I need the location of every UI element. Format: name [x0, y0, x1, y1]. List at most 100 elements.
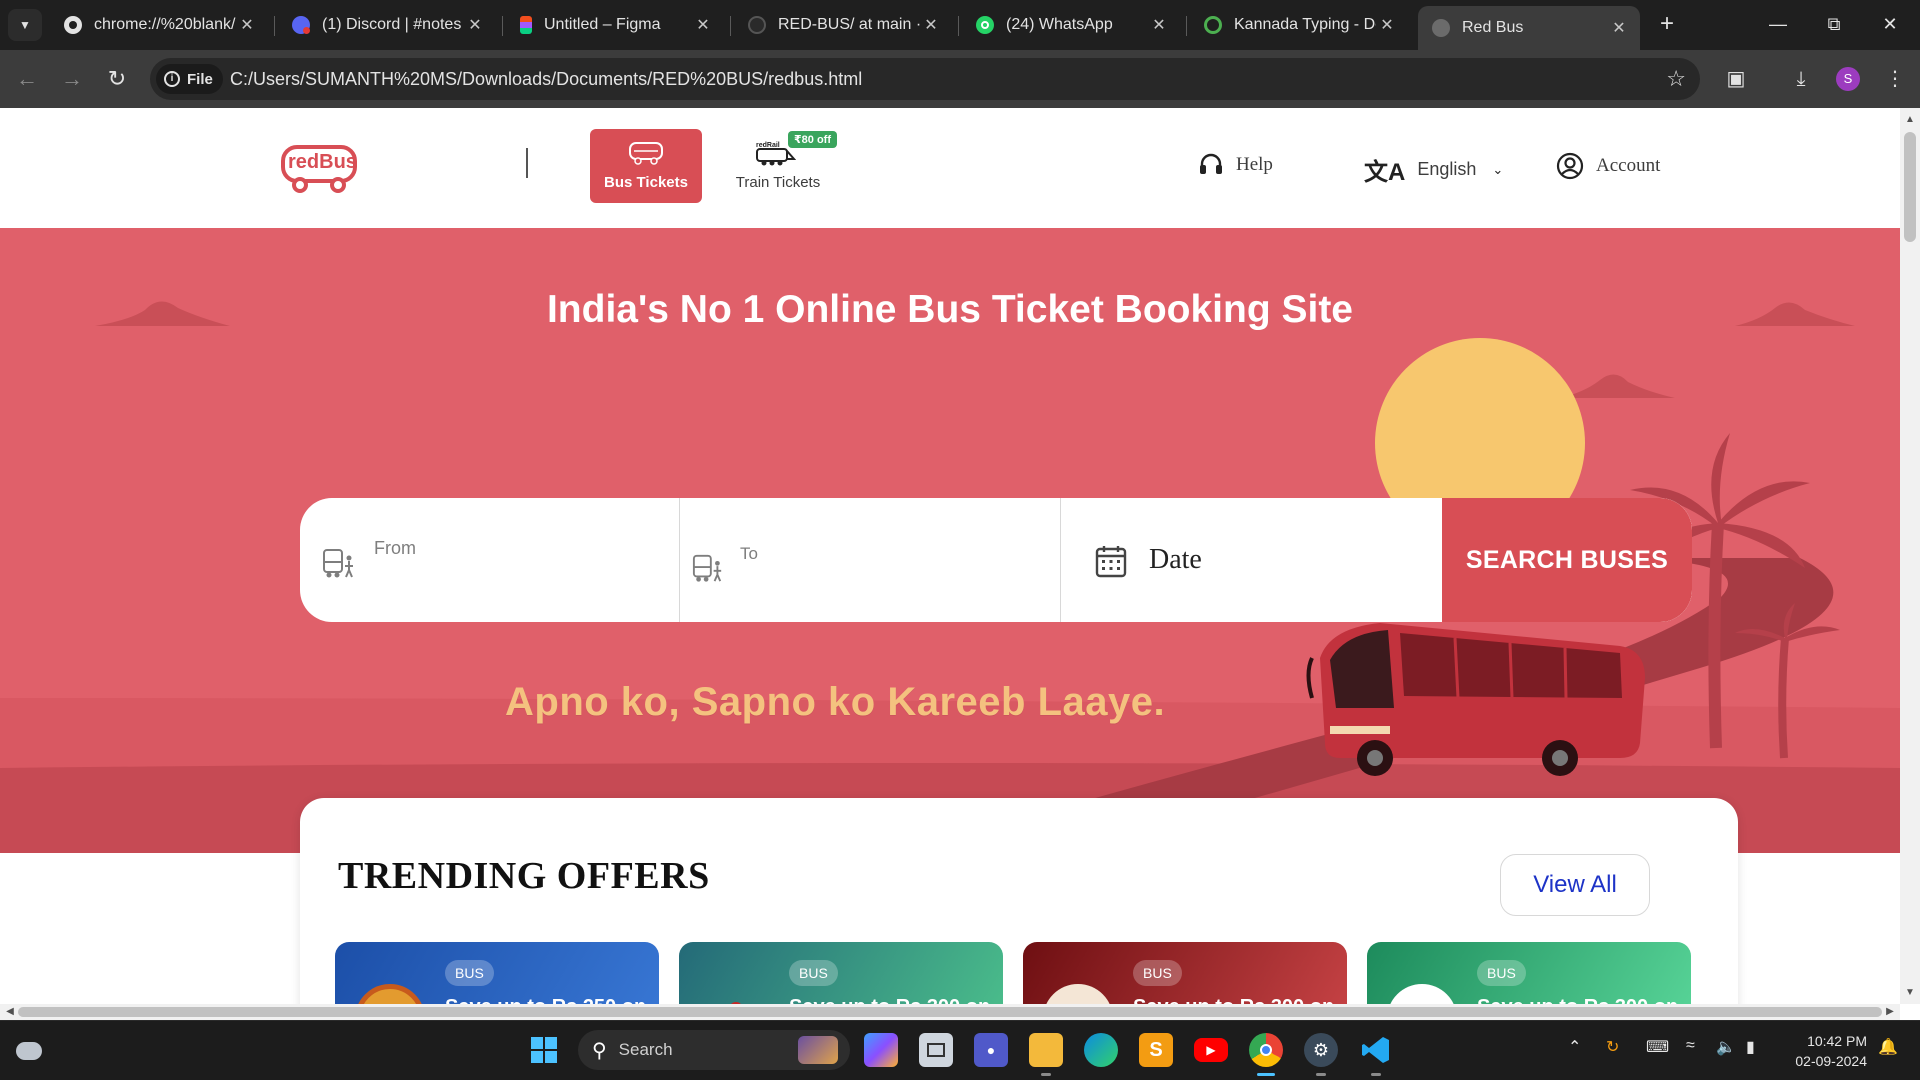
- new-tab-button[interactable]: +: [1652, 10, 1682, 40]
- tab-title: Red Bus: [1462, 19, 1524, 36]
- tab-title: Kannada Typing - De: [1234, 16, 1376, 33]
- offer-category-chip: BUS: [445, 960, 494, 986]
- chrome-icon[interactable]: [1249, 1033, 1283, 1076]
- forward-button[interactable]: →: [57, 64, 87, 94]
- close-tab-icon[interactable]: ✕: [1148, 15, 1170, 35]
- search-buses-button[interactable]: SEARCH BUSES: [1442, 498, 1692, 622]
- settings-gear-icon[interactable]: ⚙: [1304, 1033, 1338, 1076]
- date-field[interactable]: Date: [1061, 498, 1442, 622]
- close-tab-icon[interactable]: ✕: [692, 15, 714, 35]
- tab-title: chrome://%20blank/: [94, 16, 236, 33]
- back-button[interactable]: ←: [12, 64, 42, 94]
- offer-category-chip: BUS: [1133, 960, 1182, 986]
- offer-card[interactable]: BUS Save up to Rs 250 on: [335, 942, 659, 1004]
- clock-date: 02-09-2024: [1795, 1053, 1867, 1069]
- youtube-icon[interactable]: ▶: [1194, 1038, 1228, 1062]
- hero-title: India's No 1 Online Bus Ticket Booking S…: [546, 288, 1354, 331]
- battery-icon[interactable]: ▮: [1746, 1037, 1755, 1057]
- extensions-icon[interactable]: ▣: [1721, 64, 1751, 94]
- volume-icon[interactable]: 🔈: [1716, 1037, 1736, 1057]
- close-window-button[interactable]: ✕: [1870, 8, 1910, 40]
- close-tab-icon[interactable]: ✕: [1608, 18, 1630, 38]
- horizontal-scrollbar[interactable]: ◀ ▶: [0, 1004, 1900, 1020]
- chevron-up-icon[interactable]: ⌃: [1568, 1037, 1581, 1057]
- tab-title: (24) WhatsApp: [1006, 16, 1113, 33]
- scroll-right-icon[interactable]: ▶: [1882, 1004, 1898, 1020]
- weather-widget-icon[interactable]: [12, 1034, 46, 1068]
- offer-illustration: [699, 984, 769, 1004]
- globe-icon: [1432, 19, 1450, 37]
- browser-tab[interactable]: RED-BUS/ at main · S ✕: [734, 6, 952, 44]
- profile-avatar[interactable]: S: [1836, 67, 1860, 91]
- redbus-logo[interactable]: redBus: [280, 143, 360, 200]
- close-tab-icon[interactable]: ✕: [464, 15, 486, 35]
- bus-tickets-label: Bus Tickets: [604, 174, 688, 191]
- header-divider: [526, 148, 528, 178]
- sublime-text-icon[interactable]: S: [1139, 1033, 1173, 1067]
- download-icon[interactable]: ⤓: [1786, 64, 1816, 94]
- offer-card[interactable]: BUS Save up to Rs 300 on: [1023, 942, 1347, 1004]
- sync-icon[interactable]: ↻: [1606, 1037, 1619, 1057]
- vertical-scrollbar[interactable]: ▲ ▼: [1900, 108, 1920, 1004]
- close-tab-icon[interactable]: ✕: [920, 15, 942, 35]
- github-icon: [748, 16, 766, 34]
- file-explorer-icon[interactable]: [1029, 1033, 1063, 1076]
- trending-offers-section: TRENDING OFFERS View All BUS Save up to …: [300, 798, 1738, 1004]
- date-label: Date: [1149, 544, 1202, 575]
- url-text[interactable]: C:/Users/SUMANTH%20MS/Downloads/Document…: [230, 58, 862, 100]
- teams-icon[interactable]: ●: [974, 1033, 1008, 1067]
- offer-card[interactable]: BUS Save up to Rs 300 on: [679, 942, 1003, 1004]
- minimize-button[interactable]: —: [1758, 8, 1798, 40]
- train-tickets-tab[interactable]: redRail ₹80 off Train Tickets: [718, 131, 838, 201]
- scrollbar-thumb[interactable]: [1904, 132, 1916, 242]
- wifi-icon[interactable]: ≈: [1686, 1037, 1695, 1055]
- keyboard-icon[interactable]: ⌨: [1646, 1037, 1669, 1057]
- browser-tab[interactable]: (24) WhatsApp ✕: [962, 6, 1180, 44]
- windows-taskbar: ⚲ Search ● S ▶ ⚙ ⌃ ↻ ⌨ ≈ 🔈 ▮ 10:42 PM 02…: [0, 1020, 1920, 1080]
- restore-button[interactable]: ⧉: [1814, 8, 1854, 40]
- bus-tickets-tab[interactable]: Bus Tickets: [590, 129, 702, 203]
- scroll-up-icon[interactable]: ▲: [1900, 114, 1920, 125]
- hero-banner: India's No 1 Online Bus Ticket Booking S…: [0, 228, 1900, 853]
- view-all-button[interactable]: View All: [1500, 854, 1650, 916]
- browser-tab[interactable]: chrome://%20blank/ ✕: [50, 6, 268, 44]
- browser-tab[interactable]: (1) Discord | #notes | ✕: [278, 6, 496, 44]
- reload-button[interactable]: ↻: [102, 64, 132, 94]
- windows-start-icon[interactable]: [527, 1033, 561, 1067]
- tab-search-button[interactable]: ▼: [8, 9, 42, 41]
- user-circle-icon: [1556, 152, 1584, 180]
- system-clock[interactable]: 10:42 PM 02-09-2024: [1775, 1031, 1867, 1071]
- task-view-icon[interactable]: [919, 1033, 953, 1067]
- browser-tab-active[interactable]: Red Bus ✕: [1418, 6, 1640, 50]
- to-field[interactable]: To: [680, 498, 1061, 622]
- bookmark-star-icon[interactable]: ☆: [1666, 58, 1686, 100]
- notification-bell-icon[interactable]: 🔔: [1878, 1037, 1898, 1057]
- browser-tab[interactable]: Untitled – Figma ✕: [506, 6, 724, 44]
- edge-icon[interactable]: [1084, 1033, 1118, 1067]
- offer-text: Save up to Rs 300 on: [1133, 996, 1334, 1004]
- more-menu-icon[interactable]: ⋮: [1880, 64, 1910, 94]
- close-tab-icon[interactable]: ✕: [236, 15, 258, 35]
- address-bar[interactable]: i File C:/Users/SUMANTH%20MS/Downloads/D…: [150, 58, 1700, 100]
- scroll-down-icon[interactable]: ▼: [1900, 987, 1920, 998]
- from-field[interactable]: From: [300, 498, 680, 622]
- scrollbar-thumb[interactable]: [18, 1007, 1882, 1017]
- site-info-chip[interactable]: i File: [156, 64, 223, 94]
- to-placeholder: To: [740, 544, 758, 563]
- help-link[interactable]: Help: [1198, 152, 1273, 178]
- discount-badge: ₹80 off: [788, 131, 837, 148]
- browser-tab[interactable]: Kannada Typing - De ✕: [1190, 6, 1408, 44]
- help-label: Help: [1236, 154, 1273, 175]
- chevron-down-icon: ▼: [19, 18, 31, 32]
- scroll-left-icon[interactable]: ◀: [2, 1004, 18, 1020]
- close-tab-icon[interactable]: ✕: [1376, 15, 1398, 35]
- bus-icon: [629, 142, 663, 165]
- account-link[interactable]: Account: [1556, 152, 1660, 180]
- browser-tab-strip: ▼ chrome://%20blank/ ✕ (1) Discord | #no…: [0, 0, 1920, 50]
- taskbar-search-box[interactable]: ⚲ Search: [578, 1030, 850, 1070]
- language-selector[interactable]: 文A English ⌄: [1364, 152, 1503, 187]
- vscode-icon[interactable]: [1359, 1033, 1393, 1076]
- offer-card[interactable]: BUS Save up to Rs 300 on: [1367, 942, 1691, 1004]
- info-icon: i: [164, 71, 180, 87]
- copilot-icon[interactable]: [864, 1033, 898, 1067]
